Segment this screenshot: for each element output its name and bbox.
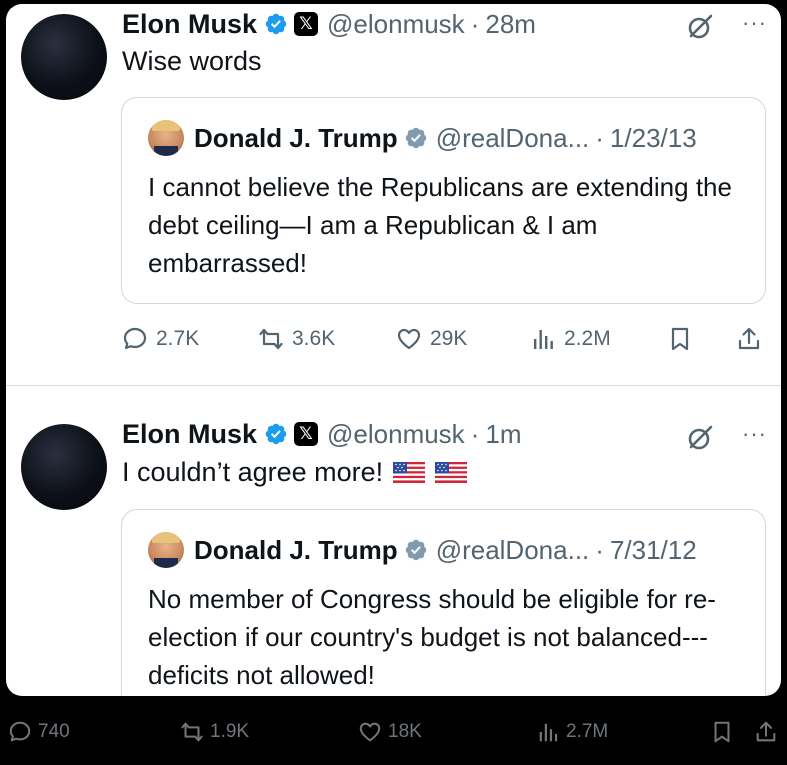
quoted-author-name: Donald J. Trump: [194, 122, 398, 153]
verified-badge-icon: [404, 126, 428, 150]
reply-icon: [8, 720, 32, 744]
views-icon: [530, 326, 556, 352]
quoted-tweet[interactable]: Donald J. Trump @realDona... · 7/31/12 N…: [121, 509, 766, 696]
tweet-time[interactable]: 1m: [485, 419, 521, 450]
verified-badge-icon: [404, 538, 428, 562]
author-handle[interactable]: @elonmusk: [327, 419, 465, 450]
tweet[interactable]: Elon Musk 𝕏 @elonmusk · 28m ··· Wise wor…: [6, 4, 781, 386]
quoted-tweet-text: I cannot believe the Republicans are ext…: [148, 172, 732, 278]
tweet-text-content: Wise words: [122, 46, 262, 76]
quoted-author-name: Donald J. Trump: [194, 534, 398, 565]
like-count: 29K: [430, 327, 468, 350]
tweet-text-content: I couldn’t agree more!: [122, 457, 384, 487]
tweet-header: Elon Musk 𝕏 @elonmusk · 1m: [122, 416, 521, 452]
repost-button[interactable]: 3.6K: [258, 321, 335, 357]
quoted-tweet-text: No member of Congress should be eligible…: [148, 584, 716, 690]
tweet-text: Wise words: [122, 46, 262, 77]
like-count: 18K: [388, 721, 422, 742]
us-flag-icon: [393, 462, 425, 483]
share-icon: [736, 326, 762, 352]
views-icon: [536, 720, 560, 744]
like-icon: [396, 326, 422, 352]
author-name[interactable]: Elon Musk: [122, 9, 257, 40]
x-affiliate-icon: 𝕏: [294, 12, 319, 36]
action-bar: 2.7K 3.6K 29K 2.2M: [122, 321, 772, 357]
separator-dot: ·: [470, 8, 480, 39]
views-button[interactable]: 2.2M: [530, 321, 611, 357]
quoted-tweet-header: Donald J. Trump @realDona... · 7/31/12: [148, 532, 697, 568]
views-count: 2.7M: [566, 721, 609, 742]
like-icon: [358, 720, 382, 744]
tweet-header: Elon Musk 𝕏 @elonmusk · 28m: [122, 6, 536, 42]
avatar: [148, 120, 184, 156]
bookmark-icon: [710, 720, 734, 744]
action-bar: 740 1.9K 18K 2.7M: [0, 712, 787, 752]
author-name[interactable]: Elon Musk: [122, 419, 257, 450]
quoted-tweet-date: 7/31/12: [609, 534, 697, 565]
verified-badge-icon: [264, 422, 288, 446]
share-icon: [754, 720, 778, 744]
views-button[interactable]: 2.7M: [536, 712, 608, 752]
repost-count: 3.6K: [292, 327, 336, 350]
repost-button[interactable]: 1.9K: [180, 712, 249, 752]
repost-count: 1.9K: [210, 721, 250, 742]
reply-count: 2.7K: [156, 327, 200, 350]
reply-button[interactable]: 2.7K: [122, 321, 199, 357]
bookmark-icon: [667, 326, 693, 352]
tweet[interactable]: Elon Musk 𝕏 @elonmusk · 1m ··· I couldn’…: [6, 387, 781, 696]
separator-dot: ·: [595, 122, 604, 153]
avatar[interactable]: [21, 14, 107, 100]
more-icon[interactable]: ···: [742, 421, 767, 447]
share-button[interactable]: [736, 321, 770, 357]
quoted-tweet-header: Donald J. Trump @realDona... · 1/23/13: [148, 120, 697, 156]
divider: [6, 385, 781, 386]
bookmark-button[interactable]: [667, 321, 701, 357]
tweet-text: I couldn’t agree more!: [122, 457, 467, 488]
us-flag-icon: [435, 462, 467, 483]
quoted-author-handle: @realDona...: [435, 534, 590, 565]
grok-icon[interactable]: [685, 423, 715, 453]
separator-dot: ·: [470, 418, 480, 449]
grok-icon[interactable]: [685, 12, 715, 42]
reply-icon: [122, 326, 148, 352]
reply-button[interactable]: 740: [8, 712, 70, 752]
more-icon[interactable]: ···: [742, 10, 767, 36]
like-button[interactable]: 18K: [358, 712, 422, 752]
repost-icon: [180, 720, 204, 744]
share-button[interactable]: [754, 712, 784, 752]
quoted-author-handle: @realDona...: [435, 122, 590, 153]
reply-count: 740: [38, 721, 70, 742]
x-affiliate-icon: 𝕏: [294, 422, 319, 446]
repost-icon: [258, 326, 284, 352]
views-count: 2.2M: [564, 327, 611, 350]
avatar: [148, 532, 184, 568]
bookmark-button[interactable]: [710, 712, 740, 752]
verified-badge-icon: [264, 12, 288, 36]
author-handle[interactable]: @elonmusk: [327, 9, 465, 40]
tweet-card: Elon Musk 𝕏 @elonmusk · 28m ··· Wise wor…: [6, 4, 781, 696]
separator-dot: ·: [595, 534, 604, 565]
like-button[interactable]: 29K: [396, 321, 467, 357]
avatar[interactable]: [21, 424, 107, 510]
quoted-tweet[interactable]: Donald J. Trump @realDona... · 1/23/13 I…: [121, 97, 766, 304]
tweet-time[interactable]: 28m: [485, 9, 536, 40]
quoted-tweet-date: 1/23/13: [609, 122, 697, 153]
